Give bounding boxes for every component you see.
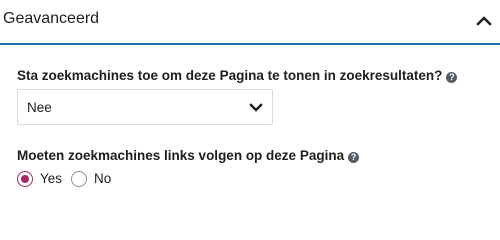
radio-checked-icon[interactable] [17, 171, 33, 187]
radio-unchecked-icon[interactable] [71, 171, 87, 187]
search-visibility-label: Sta zoekmachines toe om deze Pagina te t… [17, 68, 443, 83]
follow-links-label: Moeten zoekmachines links volgen op deze… [17, 148, 345, 163]
advanced-panel-toggle[interactable]: Geavanceerd [0, 0, 500, 44]
question-circle-icon[interactable]: ? [348, 152, 360, 163]
chevron-up-icon[interactable] [476, 14, 492, 26]
follow-links-no-radio[interactable]: No [71, 170, 111, 188]
follow-links-question: Moeten zoekmachines links volgen op deze… [17, 147, 360, 165]
follow-links-yes-radio[interactable]: Yes [17, 170, 62, 188]
select-value: Nee [27, 100, 52, 115]
chevron-down-icon [249, 103, 263, 112]
radio-label-no: No [94, 171, 112, 186]
panel-title: Geavanceerd [3, 10, 100, 27]
search-visibility-select[interactable]: Nee [17, 89, 273, 125]
radio-label-yes: Yes [40, 171, 63, 186]
focus-underline [0, 43, 500, 45]
search-visibility-question: Sta zoekmachines toe om deze Pagina te t… [17, 67, 458, 85]
question-circle-icon[interactable]: ? [446, 72, 458, 83]
